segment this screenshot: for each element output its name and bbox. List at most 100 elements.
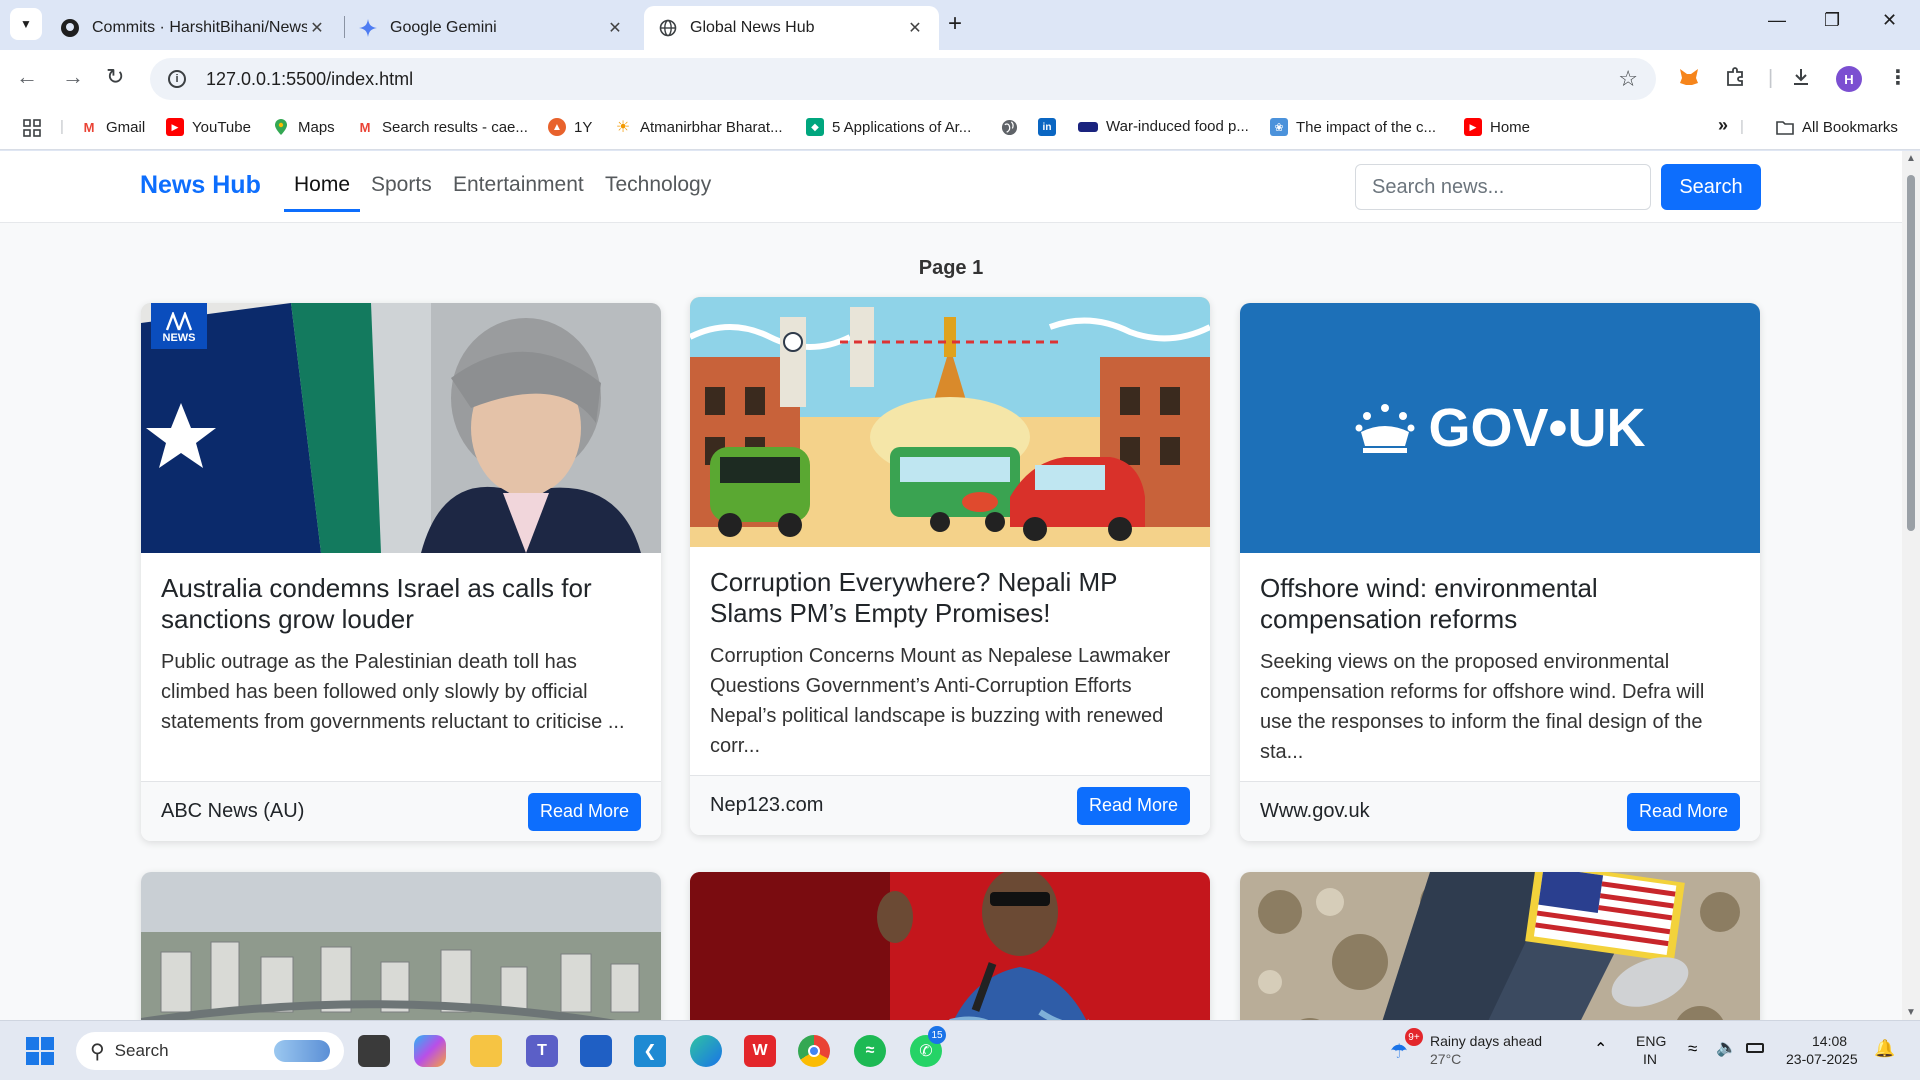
window-close-icon[interactable]: ✕ xyxy=(1882,10,1897,31)
page-indicator: Page 1 xyxy=(918,257,984,279)
close-icon[interactable]: ✕ xyxy=(605,18,625,38)
bookmark-label: Gmail xyxy=(106,118,146,136)
bookmark-star-icon[interactable]: ☆ xyxy=(1618,66,1638,92)
nav-home[interactable]: Home xyxy=(294,173,350,197)
article-source: Nep123.com xyxy=(710,794,824,816)
tab-gemini[interactable]: Google Gemini ✕ xyxy=(344,6,639,50)
read-more-button[interactable]: Read More xyxy=(1076,786,1190,825)
search-icon: ⚲ xyxy=(90,1040,105,1063)
article-image[interactable] xyxy=(690,872,1210,1020)
kebab-menu-icon[interactable]: ⋮ xyxy=(1888,66,1908,90)
sun-icon: ☀ xyxy=(615,119,631,136)
scroll-down-icon[interactable]: ▼ xyxy=(1906,1007,1916,1018)
battery-icon[interactable] xyxy=(1746,1043,1764,1053)
bookmark-label: 1Y xyxy=(574,118,593,136)
read-more-button[interactable]: Read More xyxy=(527,792,641,831)
microsoft-store-icon[interactable] xyxy=(580,1035,612,1067)
bookmark-linkedin[interactable]: in xyxy=(1038,118,1064,136)
site-info-icon[interactable]: i xyxy=(168,70,186,88)
windows-taskbar: ⚲ Search T ❮ W ≈ ✆ 15 ☂ 9+ Rainy days ah… xyxy=(0,1020,1920,1080)
card-footer: Nep123.com Read More xyxy=(690,775,1210,835)
close-icon[interactable]: ✕ xyxy=(307,18,327,38)
tab-github[interactable]: Commits · HarshitBihani/NewsA ✕ xyxy=(46,6,341,50)
more-bookmarks-chevron-icon[interactable]: » xyxy=(1718,115,1728,136)
bookmark-war-induced[interactable]: War-induced food p... xyxy=(1078,118,1249,135)
linkedin-icon: in xyxy=(1038,118,1056,136)
weather-title[interactable]: Rainy days ahead xyxy=(1430,1033,1542,1050)
news-card xyxy=(690,872,1210,1020)
tab-title: Commits · HarshitBihani/NewsA xyxy=(92,19,307,36)
article-image[interactable] xyxy=(141,872,661,1020)
reload-icon[interactable]: ↻ xyxy=(106,66,124,88)
windows-start-icon[interactable] xyxy=(24,1035,56,1067)
all-bookmarks-label: All Bookmarks xyxy=(1802,118,1898,136)
bookmark-atmanirbhar[interactable]: ☀ Atmanirbhar Bharat... xyxy=(614,118,783,137)
forward-arrow-icon[interactable]: → xyxy=(62,66,84,88)
file-explorer-icon[interactable] xyxy=(470,1035,502,1067)
apps-grid-icon[interactable] xyxy=(22,118,42,138)
bookmark-gmail[interactable]: M Gmail xyxy=(80,118,146,136)
bookmark-label: Maps xyxy=(298,118,335,136)
search-button[interactable]: Search xyxy=(1661,164,1761,210)
read-more-button[interactable]: Read More xyxy=(1626,792,1740,831)
profile-avatar[interactable]: H xyxy=(1836,66,1862,92)
bookmark-label: War-induced food p... xyxy=(1106,118,1249,135)
tab-search-button[interactable]: ▼ xyxy=(10,8,42,40)
brand-logo[interactable]: News Hub xyxy=(140,171,261,200)
globe-icon xyxy=(1000,118,1018,136)
close-icon[interactable]: ✕ xyxy=(905,18,925,38)
spotify-icon[interactable]: ≈ xyxy=(854,1035,886,1067)
bookmark-1y[interactable]: ▲ 1Y xyxy=(548,118,592,136)
extensions-puzzle-icon[interactable] xyxy=(1724,66,1746,94)
page-scrollbar[interactable]: ▲ ▼ xyxy=(1902,151,1920,1020)
scroll-thumb[interactable] xyxy=(1907,175,1915,531)
bookmark-youtube[interactable]: ▶ YouTube xyxy=(166,118,251,136)
teams-icon[interactable]: T xyxy=(526,1035,558,1067)
flag-icon xyxy=(1078,121,1098,132)
volume-icon[interactable]: 🔈 xyxy=(1716,1038,1737,1058)
tab-global-news-hub[interactable]: Global News Hub ✕ xyxy=(644,6,939,50)
abc-news-logo: NEWS xyxy=(151,303,207,349)
bookmark-5-applications[interactable]: ◆ 5 Applications of Ar... xyxy=(806,118,971,136)
task-view-icon[interactable] xyxy=(358,1035,390,1067)
address-bar[interactable]: i 127.0.0.1:5500/index.html ☆ xyxy=(150,58,1656,100)
copilot-icon[interactable] xyxy=(414,1035,446,1067)
metamask-icon[interactable] xyxy=(1678,66,1700,94)
nav-technology[interactable]: Technology xyxy=(605,173,711,197)
all-bookmarks-folder[interactable]: All Bookmarks xyxy=(1776,118,1898,136)
input-language[interactable]: ENG xyxy=(1636,1033,1666,1050)
bookmark-search-results[interactable]: M Search results - cae... xyxy=(356,118,528,136)
scroll-up-icon[interactable]: ▲ xyxy=(1906,153,1916,164)
bookmark-impact[interactable]: ❀ The impact of the c... xyxy=(1270,118,1436,136)
restore-icon[interactable]: ❐ xyxy=(1824,10,1840,31)
nav-entertainment[interactable]: Entertainment xyxy=(453,173,584,197)
wps-office-icon[interactable]: W xyxy=(744,1035,776,1067)
article-source: ABC News (AU) xyxy=(161,800,305,822)
back-arrow-icon[interactable]: ← xyxy=(16,66,38,88)
clock-time[interactable]: 14:08 xyxy=(1812,1033,1847,1050)
bookmark-maps[interactable]: Maps xyxy=(272,118,335,136)
url-text[interactable]: 127.0.0.1:5500/index.html xyxy=(206,69,413,90)
article-image[interactable]: GOV•UK xyxy=(1240,303,1760,553)
taskbar-search-box[interactable]: ⚲ Search xyxy=(76,1032,344,1070)
article-image[interactable] xyxy=(1240,872,1760,1020)
chevron-up-icon[interactable]: ⌃ xyxy=(1594,1039,1607,1059)
edge-icon[interactable] xyxy=(690,1035,722,1067)
wifi-icon[interactable]: ≈ xyxy=(1688,1039,1697,1059)
bookmark-home[interactable]: ▶ Home xyxy=(1464,118,1530,136)
search-input[interactable] xyxy=(1355,164,1651,210)
nav-sports[interactable]: Sports xyxy=(371,173,432,197)
bookmark-globe[interactable] xyxy=(1000,118,1026,136)
article-image[interactable]: NEWS xyxy=(141,303,661,553)
bookmarks-divider: | xyxy=(60,118,64,135)
active-nav-indicator xyxy=(284,209,360,212)
new-tab-button[interactable]: + xyxy=(948,12,962,36)
notification-bell-icon[interactable]: 🔔 xyxy=(1874,1039,1895,1059)
vscode-icon[interactable]: ❮ xyxy=(634,1035,666,1067)
chrome-icon[interactable] xyxy=(798,1035,830,1067)
card-footer: ABC News (AU) Read More xyxy=(141,781,661,841)
download-icon[interactable] xyxy=(1790,66,1812,94)
browser-toolbar: ← → ↻ i 127.0.0.1:5500/index.html ☆ | H … xyxy=(0,50,1920,108)
minimize-icon[interactable]: — xyxy=(1768,10,1786,31)
article-image[interactable] xyxy=(690,297,1210,547)
